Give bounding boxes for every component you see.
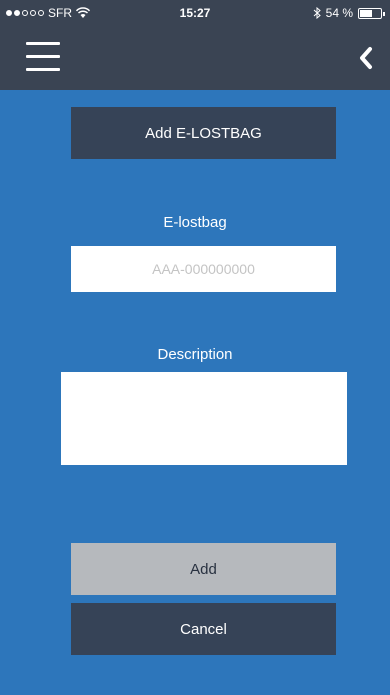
- description-textarea[interactable]: [61, 372, 347, 465]
- add-button[interactable]: Add: [71, 543, 336, 595]
- elostbag-input[interactable]: [71, 246, 336, 292]
- status-bar: SFR 15:27 54 %: [0, 0, 390, 26]
- hamburger-menu-icon[interactable]: [26, 42, 60, 72]
- description-label: Description: [157, 346, 233, 363]
- nav-bar: [0, 26, 390, 90]
- add-elostbag-header-button[interactable]: Add E-LOSTBAG: [71, 107, 336, 159]
- elostbag-label: E-lostbag: [163, 214, 227, 231]
- chevron-left-icon[interactable]: [358, 46, 374, 70]
- cancel-button[interactable]: Cancel: [71, 603, 336, 655]
- bluetooth-icon: [313, 7, 321, 19]
- battery-percentage: 54 %: [325, 6, 353, 20]
- status-right: 54 %: [313, 6, 385, 20]
- app-screen: SFR 15:27 54 % Add E-LOSTBAG E-lostbag A…: [0, 0, 390, 695]
- battery-icon: [358, 7, 385, 19]
